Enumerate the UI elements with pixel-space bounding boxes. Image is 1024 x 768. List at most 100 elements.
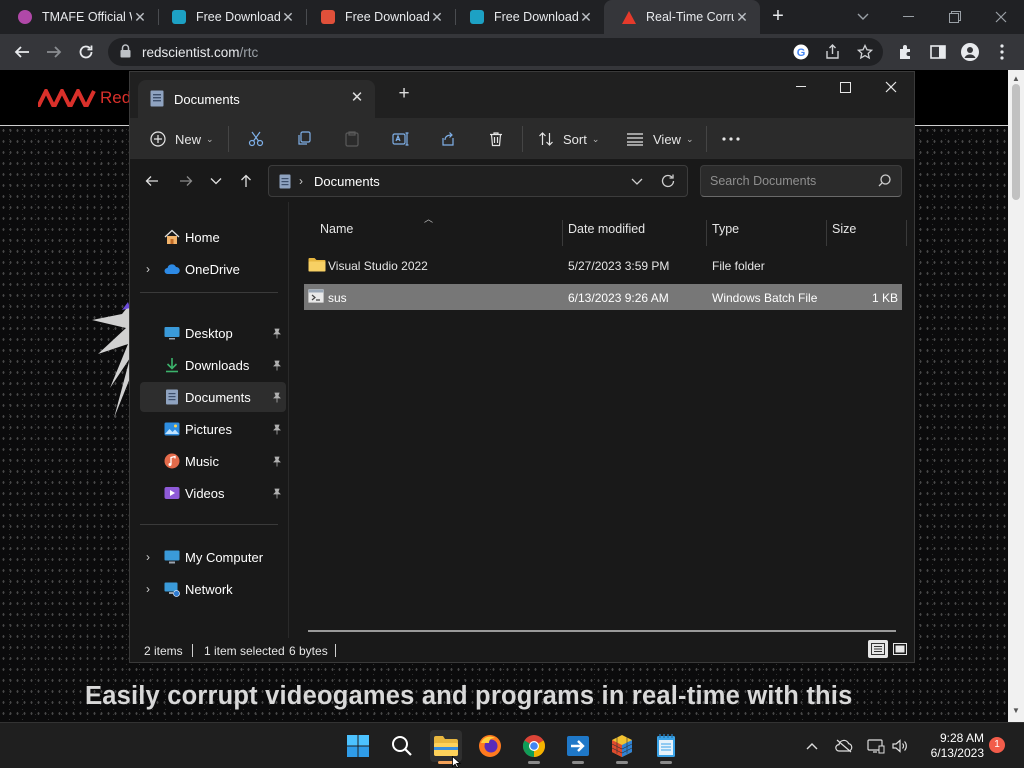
back-arrow-icon[interactable] (142, 171, 162, 191)
kebab-menu-icon[interactable] (992, 42, 1012, 62)
chevron-down-icon[interactable] (631, 172, 643, 193)
new-button[interactable]: New ⌄ (150, 124, 214, 154)
scroll-down-arrow[interactable]: ▼ (1011, 706, 1021, 716)
column-divider[interactable] (706, 220, 707, 246)
chevron-up-icon[interactable] (802, 736, 822, 756)
browser-tab-active[interactable]: Real-Time Corru ✕ (604, 0, 760, 34)
taskbar-chrome[interactable] (518, 730, 550, 764)
chevron-right-icon[interactable]: › (142, 582, 154, 596)
search-button[interactable] (386, 730, 418, 762)
column-header-type[interactable]: Type (712, 222, 739, 236)
reload-button[interactable] (74, 40, 98, 64)
minimize-button[interactable] (886, 0, 932, 34)
recent-locations-icon[interactable] (206, 171, 226, 191)
breadcrumb-chevron-icon[interactable]: › (299, 174, 303, 188)
taskbar-app[interactable] (606, 730, 638, 764)
profile-icon[interactable] (960, 42, 980, 62)
copy-button[interactable] (296, 124, 312, 154)
browser-tab[interactable]: Free Download ✕ (452, 0, 604, 34)
file-row-selected[interactable]: sus 6/13/2023 9:26 AM Windows Batch File… (304, 284, 902, 310)
extensions-icon[interactable] (896, 42, 916, 62)
share-icon[interactable] (824, 43, 842, 61)
close-icon[interactable]: ✕ (429, 9, 445, 26)
onedrive-offline-icon[interactable] (834, 736, 854, 756)
sidebar-item-downloads[interactable]: Downloads (140, 350, 286, 380)
close-window-button[interactable] (978, 0, 1024, 34)
column-divider[interactable] (906, 220, 907, 246)
minimize-button[interactable] (778, 72, 824, 102)
column-header-name[interactable]: Name (320, 222, 353, 236)
search-box[interactable]: Search Documents (700, 165, 902, 197)
explorer-tab[interactable]: Documents ✕ (138, 80, 375, 118)
pin-icon[interactable] (272, 423, 282, 438)
pin-icon[interactable] (272, 327, 282, 342)
maximize-button[interactable] (822, 72, 868, 102)
pin-icon[interactable] (272, 391, 282, 406)
taskbar-notepad[interactable] (650, 730, 682, 764)
site-logo[interactable]: Red (38, 88, 131, 108)
side-panel-icon[interactable] (928, 42, 948, 62)
share-button[interactable] (440, 124, 456, 154)
forward-arrow-icon[interactable] (176, 171, 196, 191)
breadcrumb-item[interactable]: Documents (314, 174, 380, 189)
sidebar-item-documents[interactable]: Documents (140, 382, 286, 412)
chevron-right-icon[interactable]: › (142, 550, 154, 564)
restore-button[interactable] (932, 0, 978, 34)
system-clock[interactable]: 9:28 AM 6/13/2023 (912, 731, 984, 761)
sidebar-item-my-computer[interactable]: › My Computer (140, 542, 286, 572)
search-icon[interactable] (878, 174, 891, 190)
new-tab-button[interactable]: + (766, 5, 790, 29)
sidebar-item-music[interactable]: Music (140, 446, 286, 476)
paste-button[interactable] (344, 124, 360, 154)
volume-icon[interactable] (890, 736, 910, 756)
sidebar-item-network[interactable]: › Network (140, 574, 286, 604)
scrollbar-thumb[interactable] (1012, 84, 1020, 200)
start-button[interactable] (342, 730, 374, 762)
close-icon[interactable]: ✕ (280, 9, 296, 26)
address-breadcrumb[interactable]: › Documents (268, 165, 688, 197)
column-divider[interactable] (562, 220, 563, 246)
bookmark-star-icon[interactable] (856, 43, 874, 61)
sidebar-item-desktop[interactable]: Desktop (140, 318, 286, 348)
network-status-icon[interactable] (866, 736, 886, 756)
taskbar-firefox[interactable] (474, 730, 506, 762)
file-row[interactable]: Visual Studio 2022 5/27/2023 3:59 PM Fil… (304, 252, 902, 278)
notification-badge[interactable]: 1 (989, 737, 1005, 753)
large-icons-view-icon[interactable] (890, 640, 910, 658)
sidebar-item-onedrive[interactable]: › OneDrive (140, 254, 286, 284)
browser-tab[interactable]: TMAFE Official W ✕ (0, 0, 158, 34)
column-header-size[interactable]: Size (832, 222, 856, 236)
cut-button[interactable] (248, 124, 264, 154)
close-icon[interactable]: ✕ (578, 9, 594, 26)
horizontal-scrollbar[interactable] (308, 630, 896, 632)
taskbar-app[interactable] (562, 730, 594, 764)
lock-icon[interactable] (120, 44, 131, 61)
page-scrollbar[interactable]: ▲ ▼ (1008, 70, 1024, 722)
scroll-up-arrow[interactable]: ▲ (1011, 74, 1021, 84)
close-icon[interactable]: ✕ (132, 9, 148, 26)
close-window-button[interactable] (868, 72, 914, 102)
google-icon[interactable]: G (792, 43, 810, 61)
column-header-date[interactable]: Date modified (568, 222, 645, 236)
browser-tab[interactable]: Free Download ✕ (303, 0, 455, 34)
more-options-button[interactable] (722, 124, 740, 154)
sidebar-item-pictures[interactable]: Pictures (140, 414, 286, 444)
column-divider[interactable] (826, 220, 827, 246)
rename-button[interactable] (392, 124, 410, 154)
sort-button[interactable]: Sort ⌄ (538, 124, 599, 154)
browser-tab[interactable]: Free Download ✕ (154, 0, 306, 34)
refresh-icon[interactable] (661, 172, 675, 193)
view-button[interactable]: View ⌄ (626, 124, 694, 154)
close-tab-icon[interactable]: ✕ (347, 88, 367, 108)
back-button[interactable] (10, 40, 34, 64)
tab-search-icon[interactable] (840, 0, 886, 34)
sidebar-item-videos[interactable]: Videos (140, 478, 286, 508)
up-arrow-icon[interactable] (236, 171, 256, 191)
new-tab-button[interactable]: + (392, 84, 416, 106)
pane-divider[interactable] (288, 202, 289, 638)
forward-button[interactable] (42, 40, 66, 64)
pin-icon[interactable] (272, 487, 282, 502)
address-bar[interactable]: redscientist.com/rtc G (108, 38, 883, 66)
chevron-right-icon[interactable]: › (142, 262, 154, 276)
pin-icon[interactable] (272, 455, 282, 470)
